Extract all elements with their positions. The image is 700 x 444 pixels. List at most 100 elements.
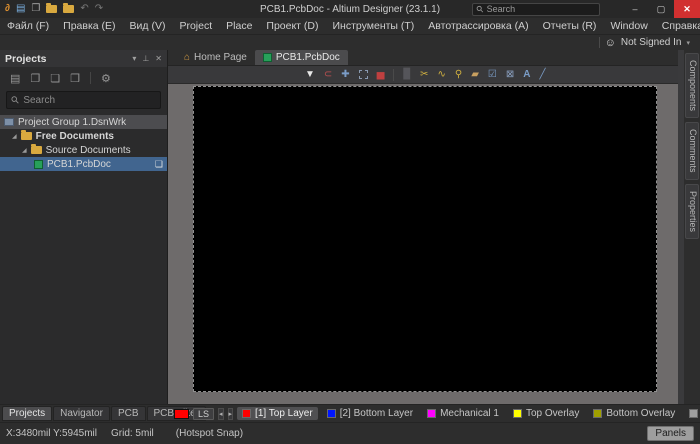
- open-document-icon[interactable]: [63, 5, 74, 13]
- panel-close-icon[interactable]: ✕: [155, 54, 162, 63]
- user-avatar-icon: ☺: [605, 38, 616, 48]
- global-search[interactable]: ⚲: [472, 3, 600, 16]
- folder-icon: [21, 132, 32, 140]
- menu-window[interactable]: Window: [603, 18, 654, 34]
- tree-item-label: Source Documents: [46, 145, 131, 156]
- undo-icon[interactable]: ↶: [80, 4, 88, 14]
- layer-tab-top-paste[interactable]: Top Paste: [684, 407, 700, 420]
- fill-icon[interactable]: ▰: [471, 70, 479, 80]
- tab-label: PCB1.PcbDoc: [276, 52, 340, 63]
- expand-icon[interactable]: ◢: [12, 133, 17, 140]
- select-rect-icon[interactable]: [359, 70, 368, 79]
- layer-label: [1] Top Layer: [255, 408, 313, 419]
- menu-tools[interactable]: Инструменты (T): [326, 18, 422, 34]
- tab-pcb1-pcbdoc[interactable]: PCB1.PcbDoc: [255, 50, 348, 65]
- layer-color-swatch: [327, 409, 336, 418]
- right-panel-strip: Components Comments Properties: [684, 50, 700, 404]
- open-folder-icon[interactable]: [46, 5, 57, 13]
- document-tab-bar: ⌂ Home Page PCB1.PcbDoc: [168, 50, 678, 66]
- menu-project[interactable]: Project: [172, 18, 219, 34]
- tree-item-project-group[interactable]: Project Group 1.DsnWrk: [0, 115, 167, 129]
- menu-edit[interactable]: Правка (E): [56, 18, 122, 34]
- tree-item-free-documents[interactable]: ◢ Free Documents: [0, 129, 167, 143]
- maximize-button[interactable]: ▢: [648, 0, 674, 18]
- tab-properties[interactable]: Properties: [685, 184, 699, 239]
- projects-panel-toolbar: ▤ ❐ ❏ ❒ ⚙: [0, 67, 167, 89]
- layer-color-swatch: [593, 409, 602, 418]
- polyline-icon[interactable]: ∿: [437, 70, 445, 80]
- layer-tab-top-layer[interactable]: [1] Top Layer: [237, 407, 318, 420]
- line-icon[interactable]: ╱: [540, 70, 546, 80]
- text-icon[interactable]: A: [523, 70, 530, 80]
- sync-icon[interactable]: ❒: [70, 72, 80, 85]
- wire-cutter-icon[interactable]: ✂: [420, 70, 428, 80]
- minimize-button[interactable]: –: [622, 0, 648, 18]
- divider: [90, 72, 91, 84]
- scroll-left-icon[interactable]: ◂: [218, 408, 224, 420]
- tree-item-pcb-doc[interactable]: PCB1.PcbDoc ❏: [0, 157, 167, 171]
- lasso-select-icon[interactable]: ⊂: [324, 70, 332, 80]
- tab-projects[interactable]: Projects: [2, 406, 52, 421]
- menu-file[interactable]: Файл (F): [0, 18, 56, 34]
- menu-autoroute[interactable]: Автотрассировка (A): [421, 18, 535, 34]
- panel-dropdown-icon[interactable]: ▾: [132, 54, 136, 63]
- tab-pcb[interactable]: PCB: [111, 406, 146, 421]
- panel-settings-icon[interactable]: ⚙: [101, 72, 111, 85]
- edit-check-icon[interactable]: ☑: [488, 70, 497, 80]
- current-layer-swatch[interactable]: [174, 409, 189, 419]
- pcb-tab-icon: [263, 53, 272, 62]
- layer-tab-bottom-layer[interactable]: [2] Bottom Layer: [322, 407, 418, 420]
- tab-components[interactable]: Components: [685, 53, 699, 118]
- print-icon[interactable]: ❐: [31, 4, 40, 14]
- projects-search-input[interactable]: [23, 95, 143, 106]
- redo-icon[interactable]: ↷: [95, 4, 103, 14]
- cursor-coordinates: X:3480mil Y:5945mil: [6, 428, 97, 439]
- menu-view[interactable]: Вид (V): [123, 18, 173, 34]
- sign-in-status[interactable]: Not Signed In: [621, 37, 682, 48]
- save-project-icon[interactable]: ▤: [10, 72, 20, 85]
- altium-designer-window: ∂ ▤ ❐ ↶ ↷ PCB1.PcbDoc - Altium Designer …: [0, 0, 700, 444]
- layer-tab-top-overlay[interactable]: Top Overlay: [508, 407, 584, 420]
- projects-panel-header: Projects ▾ ⊥ ✕: [0, 50, 167, 67]
- menu-design[interactable]: Проект (D): [259, 18, 325, 34]
- menu-help[interactable]: Справка (H): [655, 18, 700, 34]
- panel-pin-icon[interactable]: ⊥: [142, 54, 149, 63]
- panel-tab-bar: Projects Navigator PCB PCB Filter: [0, 405, 168, 422]
- layer-color-swatch: [513, 409, 522, 418]
- pcb-canvas[interactable]: [193, 86, 657, 392]
- tab-home-page[interactable]: ⌂ Home Page: [176, 50, 255, 65]
- tree-item-source-documents[interactable]: ◢ Source Documents: [0, 143, 167, 157]
- scroll-right-icon[interactable]: ▸: [228, 408, 234, 420]
- status-bar: X:3480mil Y:5945mil Grid: 5mil (Hotspot …: [0, 422, 700, 444]
- divider: [599, 37, 600, 48]
- layer-label: [2] Bottom Layer: [340, 408, 413, 419]
- menu-reports[interactable]: Отчеты (R): [536, 18, 604, 34]
- menu-place[interactable]: Place: [219, 18, 259, 34]
- panels-button[interactable]: Panels: [647, 426, 694, 441]
- pcb-doc-icon: [34, 160, 43, 169]
- filter-icon[interactable]: ▼: [305, 70, 315, 80]
- projects-search[interactable]: ⚲: [6, 91, 161, 109]
- search-input[interactable]: [487, 4, 587, 14]
- layer-tab-bottom-overlay[interactable]: Bottom Overlay: [588, 407, 680, 420]
- bar-chart-icon[interactable]: ▅: [377, 70, 385, 80]
- tab-navigator[interactable]: Navigator: [53, 406, 110, 421]
- frame-icon[interactable]: ⊠: [506, 70, 514, 80]
- expand-icon[interactable]: ◢: [22, 147, 27, 154]
- chevron-down-icon[interactable]: ▾: [686, 39, 690, 47]
- tab-comments[interactable]: Comments: [685, 122, 699, 180]
- save-icon[interactable]: ▤: [16, 4, 25, 14]
- layer-tab-mechanical-1[interactable]: Mechanical 1: [422, 407, 504, 420]
- account-bar: ☺ Not Signed In ▾: [0, 35, 700, 50]
- crosshair-icon[interactable]: ✚: [341, 70, 349, 80]
- layer-sets-button[interactable]: LS: [193, 408, 214, 420]
- compare-icon[interactable]: ❏: [50, 72, 60, 85]
- close-button[interactable]: ✕: [674, 0, 700, 18]
- home-tab-icon: ⌂: [184, 52, 190, 63]
- projects-tree: Project Group 1.DsnWrk ◢ Free Documents …: [0, 115, 167, 171]
- pad-icon[interactable]: ▉: [403, 70, 411, 80]
- divider: [393, 69, 394, 81]
- compile-icon[interactable]: ❐: [30, 72, 40, 85]
- tree-item-label: Project Group 1.DsnWrk: [18, 117, 126, 128]
- plumb-icon[interactable]: ⚲: [455, 70, 462, 80]
